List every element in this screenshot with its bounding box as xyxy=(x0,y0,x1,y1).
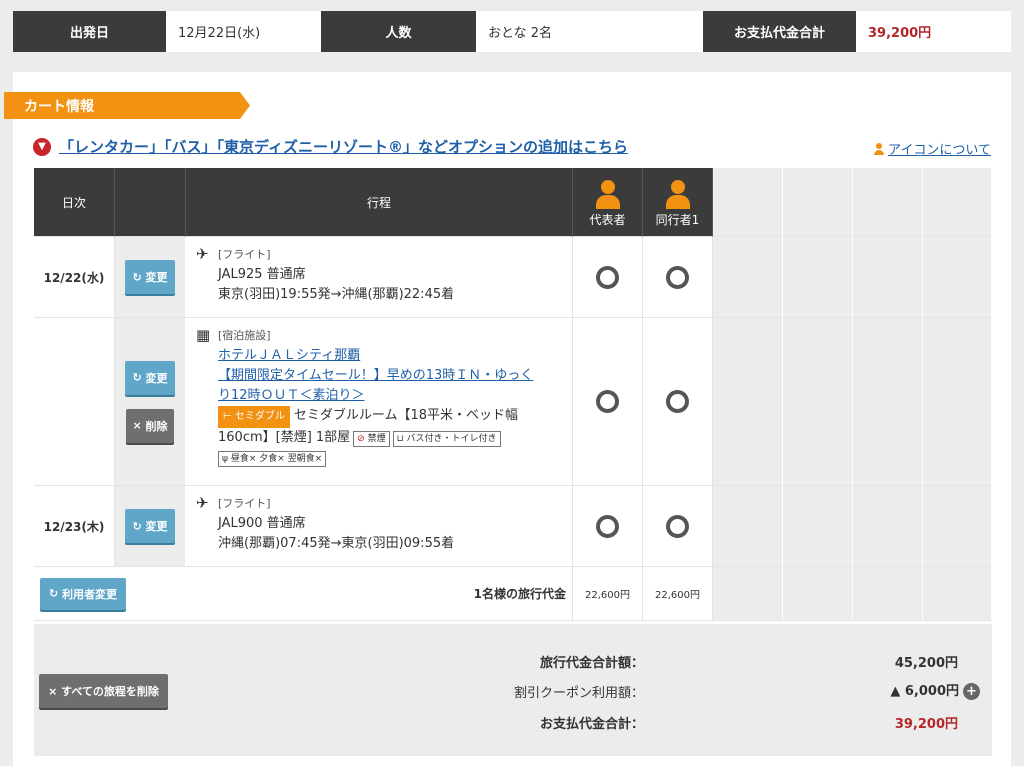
person-icon xyxy=(595,180,620,209)
per-person-label: 1名様の旅行代金 xyxy=(473,587,566,601)
selected-circle-icon xyxy=(666,265,689,289)
total-label: お支払代金合計 xyxy=(703,11,856,52)
travel-total-value: 45,200円 xyxy=(894,656,958,671)
bath-icon: ⊔ xyxy=(396,434,404,444)
add-options-text[interactable]: 「レンタカー」「バス」「東京ディズニーリゾート®」などオプションの追加はこちら xyxy=(59,136,628,157)
departure-label: 出発日 xyxy=(13,11,166,52)
plan-link-cont[interactable]: り12時ＯＵＴ＜素泊り＞ xyxy=(218,386,533,406)
selected-circle-icon xyxy=(666,390,689,413)
cart-panel: カート情報 ▼ 「レンタカー」「バス」「東京ディズニーリゾート®」などオプション… xyxy=(4,72,1011,766)
chevron-down-icon: ▼ xyxy=(33,137,51,156)
people-label: 人数 xyxy=(321,11,476,52)
icon-about-link[interactable]: アイコンについて xyxy=(874,139,991,158)
row-date: 12/22(水) xyxy=(34,237,115,318)
totals-section: × すべての旅程を削除 旅行代金合計額： 45,200円 割引クーポン利用額： … xyxy=(34,624,992,756)
add-options-link[interactable]: ▼ 「レンタカー」「バス」「東京ディズニーリゾート®」などオプションの追加はこち… xyxy=(33,136,628,157)
change-button[interactable]: ↻ 変更 xyxy=(125,509,175,543)
selected-circle-icon xyxy=(596,514,619,538)
meals-chip: ψ 昼食× 夕食× 翌朝食× xyxy=(218,451,327,467)
departure-value: 12月22日(水) xyxy=(166,11,321,52)
table-row: 12/22(水) ↻ 変更 ✈ [フライト] JAL925 普通席 東京(羽田)… xyxy=(34,237,992,318)
selected-circle-icon xyxy=(596,390,619,413)
user-change-button[interactable]: ↻ 利用者変更 xyxy=(40,577,126,610)
selected-circle-icon xyxy=(596,265,619,289)
delete-button[interactable]: × 削除 xyxy=(126,408,174,443)
person-icon xyxy=(665,180,690,209)
hotel-link[interactable]: ホテルＪＡＬシティ那覇 xyxy=(218,346,533,366)
bed-icon: ⊢ xyxy=(223,411,232,422)
pay-total-label: お支払代金合計： xyxy=(539,717,644,732)
order-summary-bar: 出発日 12月22日(水) 人数 おとな 2名 お支払代金合計 39,200円 xyxy=(13,11,1011,52)
airplane-icon: ✈ xyxy=(196,245,209,263)
table-row: ↻ 変更 × 削除 ▦ [宿泊施設] ホテルＪＡＬシティ那覇 【期間限定タイムセ… xyxy=(34,318,992,486)
bath-chip: ⊔ バス付き・トイレ付き xyxy=(392,431,501,447)
travel-total-label: 旅行代金合計額： xyxy=(539,656,644,671)
people-value: おとな 2名 xyxy=(476,11,703,52)
per-person-companion: 22,600円 xyxy=(643,567,713,621)
cart-ribbon: カート情報 xyxy=(4,92,250,119)
table-header: 日次 行程 代表者 同行者1 xyxy=(34,168,992,237)
no-smoking-icon: ⊘ xyxy=(357,434,365,444)
person-icon xyxy=(874,142,885,155)
room-badge: ⊢ セミダブル xyxy=(218,406,290,428)
building-icon: ▦ xyxy=(196,326,211,344)
coupon-value: ▲ 6,000円 xyxy=(890,684,959,699)
header-itinerary: 行程 xyxy=(186,168,573,237)
header-actions xyxy=(115,168,186,237)
total-value: 39,200円 xyxy=(856,11,1011,52)
header-companion: 同行者1 xyxy=(643,168,713,237)
per-person-rep: 22,600円 xyxy=(573,567,643,621)
header-date: 日次 xyxy=(34,168,115,237)
cutlery-icon: ψ xyxy=(222,454,228,464)
table-row: 12/23(木) ↻ 変更 ✈ [フライト] JAL900 普通席 沖縄(那覇)… xyxy=(34,486,992,567)
change-button[interactable]: ↻ 変更 xyxy=(125,360,175,395)
coupon-label: 割引クーポン利用額： xyxy=(513,686,644,701)
no-smoking-chip: ⊘ 禁煙 xyxy=(353,431,390,447)
airplane-icon: ✈ xyxy=(196,494,209,512)
pay-total-value: 39,200円 xyxy=(894,717,958,732)
plus-icon[interactable]: + xyxy=(963,683,980,700)
change-button[interactable]: ↻ 変更 xyxy=(125,260,175,294)
icon-about-text[interactable]: アイコンについて xyxy=(888,139,991,158)
row-date: 12/23(木) xyxy=(34,486,115,567)
header-rep: 代表者 xyxy=(573,168,643,237)
plan-link[interactable]: 【期間限定タイムセール！】早めの13時ＩＮ・ゆっく xyxy=(218,366,533,386)
delete-all-button[interactable]: × すべての旅程を削除 xyxy=(39,674,168,708)
per-person-row: ↻ 利用者変更 1名様の旅行代金 22,600円 22,600円 xyxy=(34,567,992,621)
selected-circle-icon xyxy=(666,514,689,538)
